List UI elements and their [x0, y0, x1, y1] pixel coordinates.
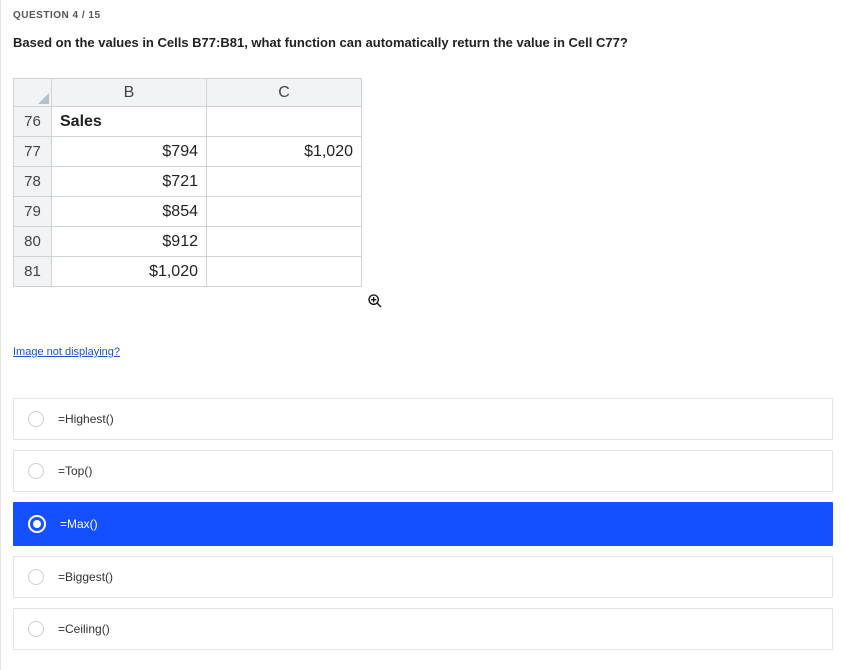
answer-label: =Biggest(): [58, 570, 113, 584]
question-counter: QUESTION 4 / 15: [13, 10, 833, 21]
options-list: =Highest() =Top() =Max() =Biggest() =Ceiling…: [13, 398, 833, 650]
radio-icon: [28, 411, 44, 427]
answer-label: =Max(): [60, 517, 98, 531]
question-text: Based on the values in Cells B77:B81, wh…: [13, 35, 833, 50]
answer-label: =Ceiling(): [58, 622, 110, 636]
answer-option[interactable]: =Highest(): [13, 398, 833, 440]
answer-option[interactable]: =Top(): [13, 450, 833, 492]
row-header: 79: [14, 197, 52, 227]
answer-label: =Highest(): [58, 412, 114, 426]
cell-c: [207, 257, 362, 287]
cell-b: $794: [52, 137, 207, 167]
answer-option[interactable]: =Max(): [13, 502, 833, 546]
answer-option[interactable]: =Ceiling(): [13, 608, 833, 650]
cell-c: [207, 167, 362, 197]
row-header: 80: [14, 227, 52, 257]
cell-c: $1,020: [207, 137, 362, 167]
row-header: 81: [14, 257, 52, 287]
spreadsheet-image: B C 76Sales77$794$1,02078$72179$85480$91…: [13, 78, 833, 314]
row-header: 76: [14, 107, 52, 137]
radio-icon: [28, 463, 44, 479]
row-header: 78: [14, 167, 52, 197]
cell-b: $854: [52, 197, 207, 227]
corner-cell: [14, 79, 52, 107]
cell-b: $912: [52, 227, 207, 257]
col-header-b: B: [52, 79, 207, 107]
col-header-c: C: [207, 79, 362, 107]
cell-c: [207, 107, 362, 137]
cell-b: Sales: [52, 107, 207, 137]
spreadsheet-table: B C 76Sales77$794$1,02078$72179$85480$91…: [13, 78, 362, 287]
cell-c: [207, 227, 362, 257]
cell-b: $721: [52, 167, 207, 197]
row-header: 77: [14, 137, 52, 167]
radio-icon: [28, 515, 46, 533]
cell-c: [207, 197, 362, 227]
answer-option[interactable]: =Biggest(): [13, 556, 833, 598]
radio-icon: [28, 569, 44, 585]
radio-icon: [28, 621, 44, 637]
zoom-icon[interactable]: [367, 293, 383, 314]
image-not-displaying-link[interactable]: Image not displaying?: [13, 346, 120, 358]
cell-b: $1,020: [52, 257, 207, 287]
answer-label: =Top(): [58, 464, 92, 478]
